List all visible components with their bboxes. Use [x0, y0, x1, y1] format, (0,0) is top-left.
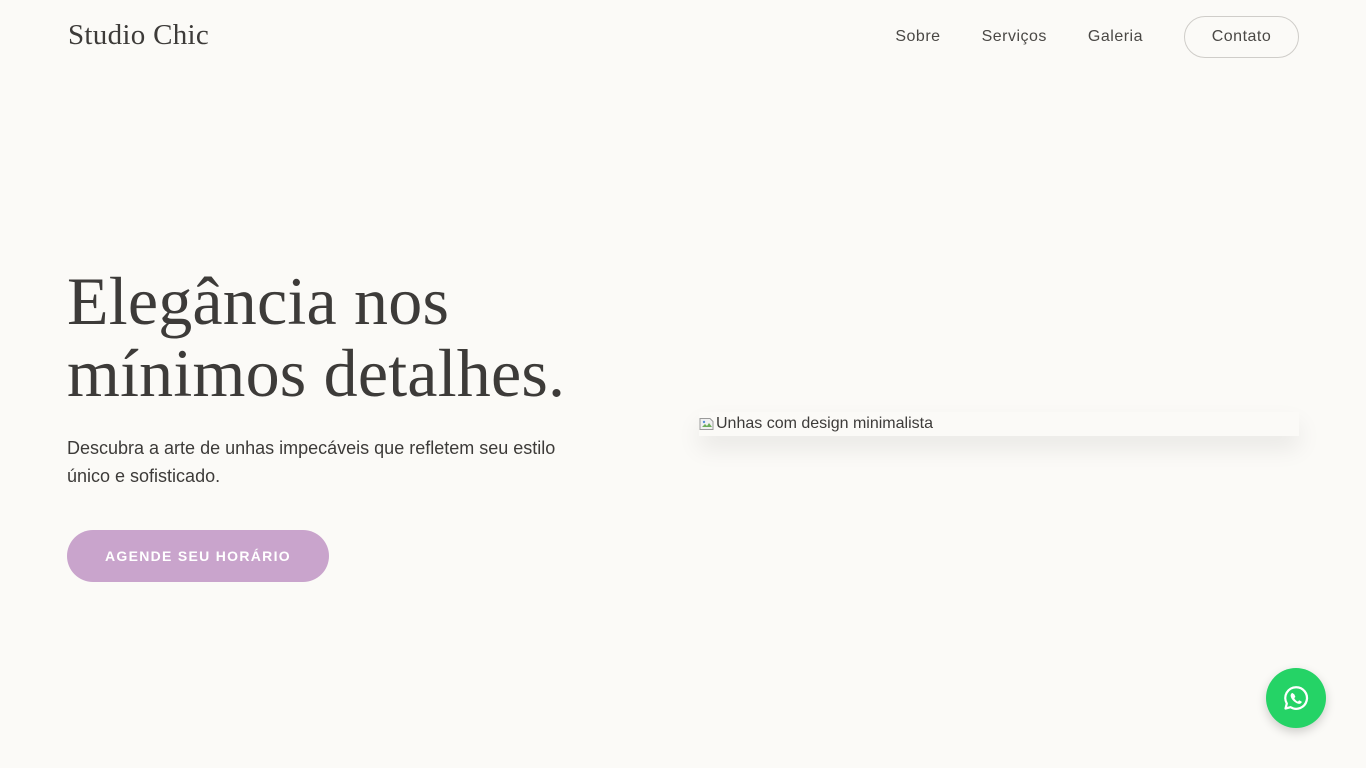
site-header: Studio Chic Sobre Serviços Galeria Conta…: [0, 0, 1366, 74]
hero-title-line-1: Elegância nos: [67, 263, 450, 339]
whatsapp-button[interactable]: [1266, 668, 1326, 728]
image-alt-text: Unhas com design minimalista: [716, 415, 933, 432]
hero-description: Descubra a arte de unhas impecáveis que …: [67, 438, 556, 486]
broken-image-icon: [699, 416, 715, 432]
nav-link-servicos[interactable]: Serviços: [982, 28, 1047, 46]
main-nav: Sobre Serviços Galeria Contato: [895, 16, 1299, 58]
contact-button[interactable]: Contato: [1184, 16, 1299, 58]
hero-title-line-2: mínimos detalhes.: [67, 335, 566, 411]
nav-link-sobre[interactable]: Sobre: [895, 28, 940, 46]
hero-image: Unhas com design minimalista: [699, 412, 1299, 436]
logo[interactable]: Studio Chic: [68, 19, 209, 52]
nav-link-galeria[interactable]: Galeria: [1088, 28, 1143, 46]
book-appointment-button[interactable]: AGENDE SEU HORÁRIO: [67, 530, 329, 582]
hero-title: Elegância nos mínimos detalhes.: [67, 265, 627, 409]
whatsapp-icon: [1284, 686, 1309, 710]
